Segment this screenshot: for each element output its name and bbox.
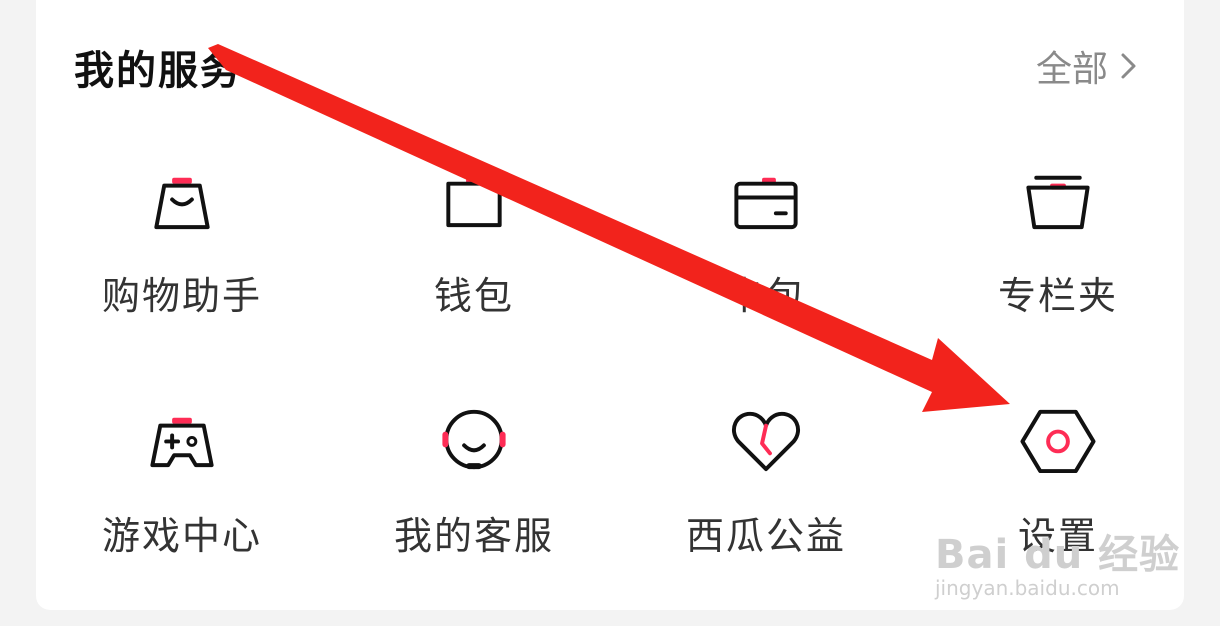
folder-icon	[1026, 175, 1090, 230]
services-grid: 购物助手 钱包 卡包 专栏夹 游戏中心 我的客服 西瓜公益 设置	[36, 140, 1204, 580]
heart-icon	[732, 411, 800, 472]
gamepad-icon	[150, 417, 214, 468]
service-label: 我的客服	[393, 514, 554, 558]
headset-icon	[442, 409, 506, 470]
baidu-jingyan-watermark: Bai du 经验 jingyan.baidu.com	[935, 522, 1180, 600]
service-wallet[interactable]: 钱包	[328, 140, 620, 320]
service-column-folder[interactable]: 专栏夹	[912, 140, 1204, 320]
service-xigua-charity[interactable]: 西瓜公益	[620, 380, 912, 560]
view-all-link[interactable]: 全部	[1036, 40, 1140, 92]
service-label: 卡包	[725, 274, 806, 318]
shopping-bag-icon	[154, 177, 210, 230]
service-game-center[interactable]: 游戏中心	[36, 380, 328, 560]
service-label: 购物助手	[101, 274, 262, 318]
chevron-right-icon	[1121, 53, 1136, 79]
service-shopping-assistant[interactable]: 购物助手	[36, 140, 328, 320]
service-label: 专栏夹	[997, 274, 1118, 318]
service-label: 钱包	[433, 274, 514, 318]
service-label: 游戏中心	[101, 514, 262, 558]
view-all-label: 全部	[1035, 49, 1108, 90]
watermark-logo-text: Bai du 经验	[935, 532, 1181, 578]
card-icon	[734, 177, 798, 230]
section-title: 我的服务	[74, 48, 242, 94]
service-label: 西瓜公益	[685, 514, 846, 558]
wallet-icon	[446, 177, 502, 228]
hexagon-settings-icon	[1020, 409, 1096, 474]
service-card-pack[interactable]: 卡包	[620, 140, 912, 320]
service-customer-service[interactable]: 我的客服	[328, 380, 620, 560]
